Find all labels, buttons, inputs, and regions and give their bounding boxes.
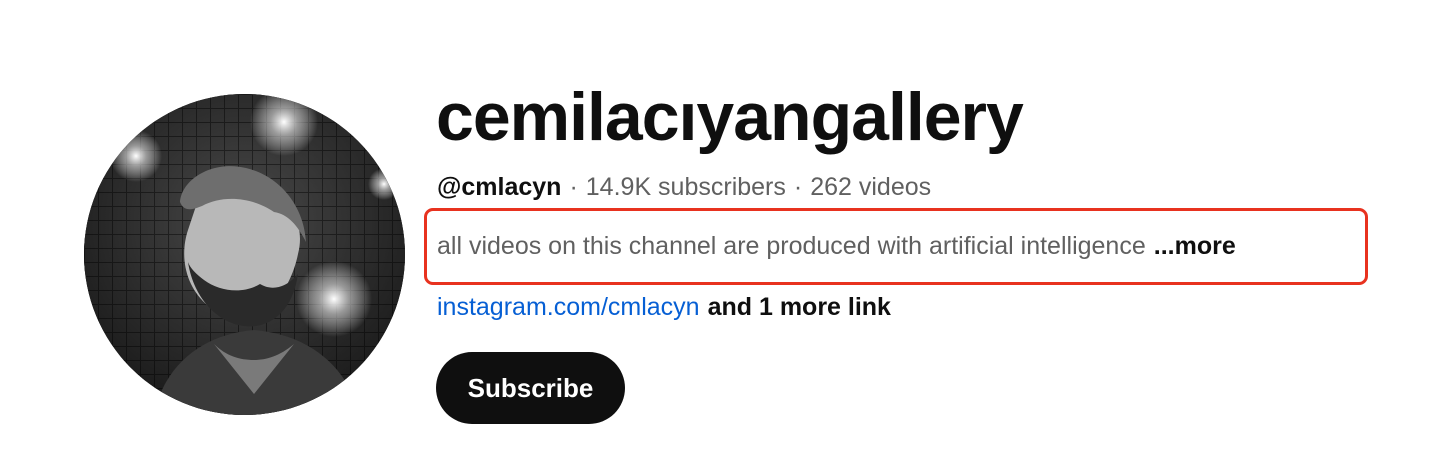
meta-separator: ·	[793, 173, 803, 201]
avatar-photo	[84, 94, 405, 415]
channel-links: instagram.com/cmlacyn and 1 more link	[437, 290, 891, 324]
channel-header: cemilacıyangallery @cmlacyn · 14.9K subscr…	[0, 0, 1452, 450]
channel-handle: @cmlacyn	[437, 173, 562, 201]
channel-avatar[interactable]	[84, 94, 405, 415]
meta-separator: ·	[569, 173, 578, 201]
subscriber-count: 14.9K subscribers	[585, 173, 786, 201]
subscribe-button[interactable]: Subscribe	[436, 352, 625, 424]
channel-title: cemilacıyangallery	[436, 79, 1024, 155]
instagram-link[interactable]: instagram.com/cmlacyn	[437, 293, 700, 321]
description-more-link[interactable]: ...more	[1154, 232, 1236, 260]
description-text: all videos on this channel are produced …	[437, 232, 1146, 260]
channel-meta: @cmlacyn · 14.9K subscribers · 262 videos	[437, 170, 931, 204]
channel-description[interactable]: all videos on this channel are produced …	[437, 229, 1236, 263]
more-links-button[interactable]: and 1 more link	[708, 293, 891, 321]
video-count: 262 videos	[810, 173, 932, 201]
